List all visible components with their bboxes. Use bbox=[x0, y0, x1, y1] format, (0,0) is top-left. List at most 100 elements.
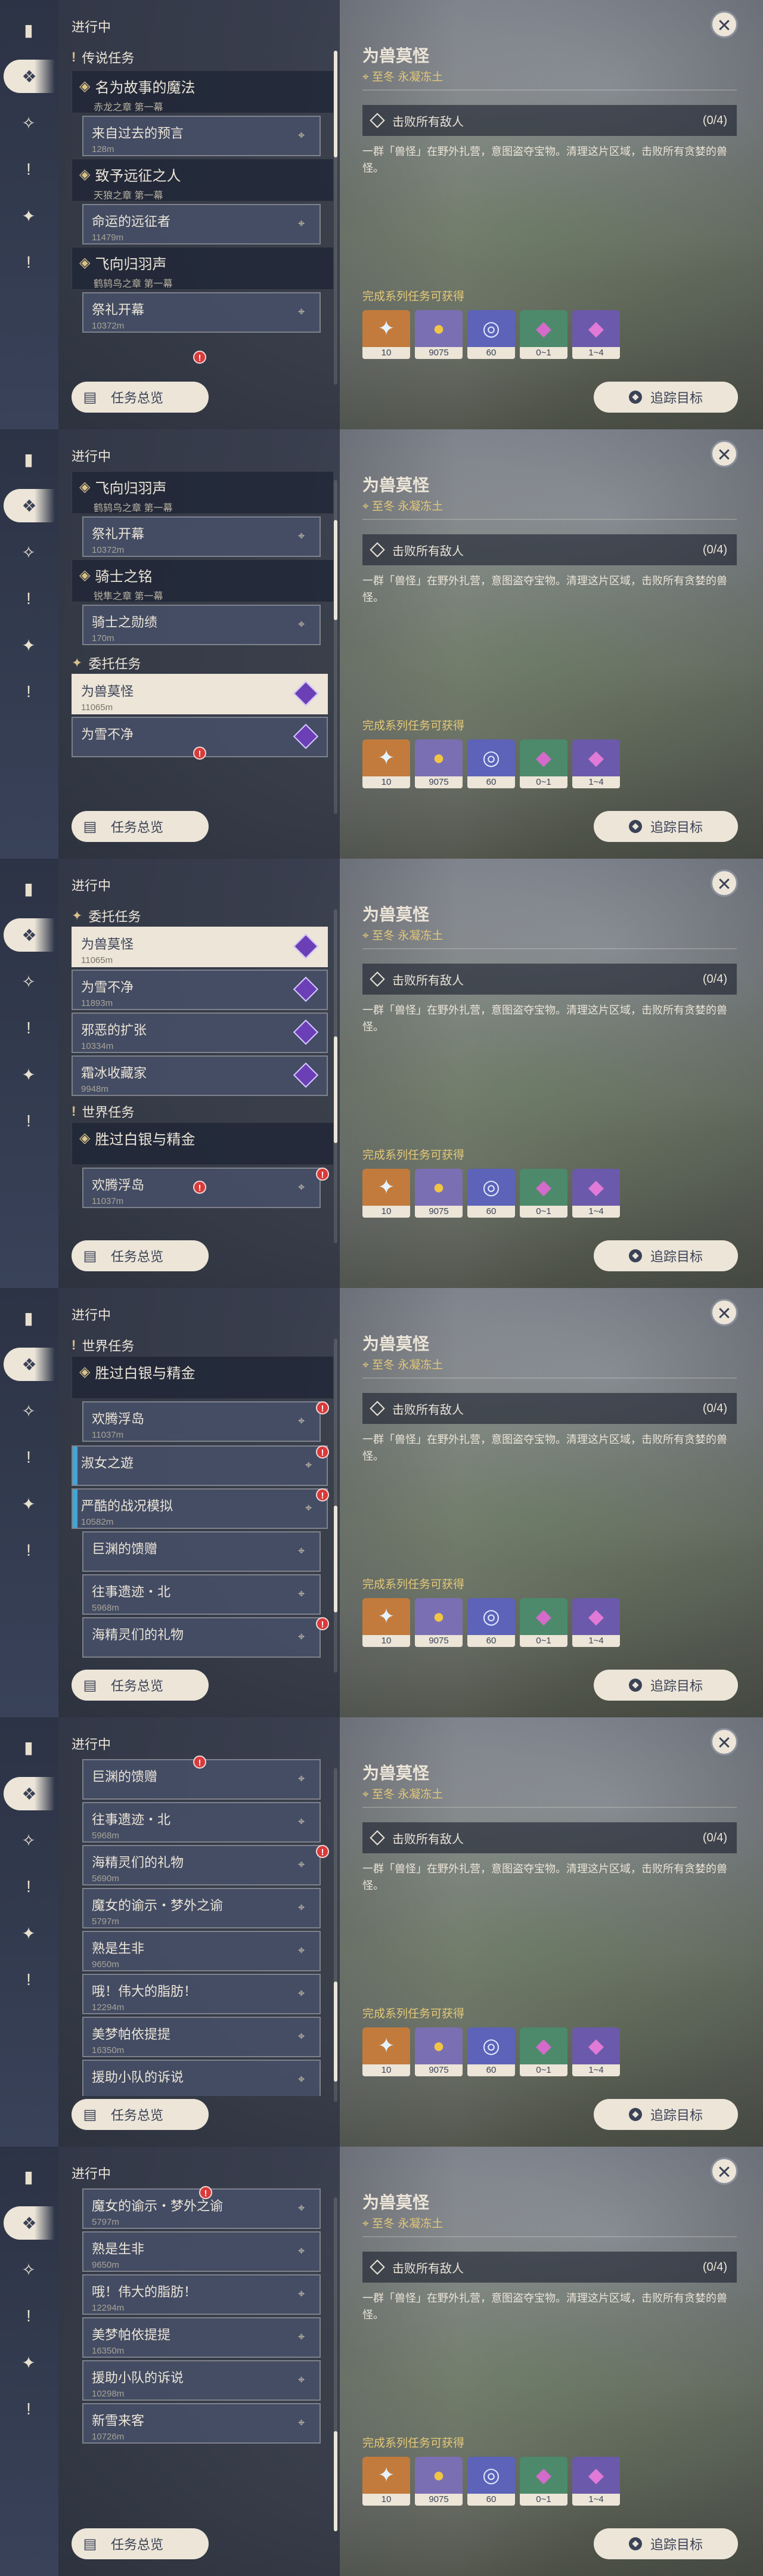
track-target-button[interactable]: 追踪目标 bbox=[594, 1240, 738, 1271]
reward-item[interactable]: ✦ 10 bbox=[362, 1598, 410, 1647]
world-quest-icon[interactable]: ! bbox=[12, 1441, 45, 1474]
archon-quest-icon[interactable]: ✧ bbox=[12, 535, 45, 569]
archon-quest-icon[interactable]: ✧ bbox=[12, 2253, 45, 2286]
reward-item[interactable]: ✦ 10 bbox=[362, 2027, 410, 2076]
location-pin-icon[interactable]: ⌖ bbox=[298, 1944, 308, 1957]
list-scrollbar-thumb[interactable] bbox=[334, 1506, 337, 1613]
reward-item[interactable]: ● 9075 bbox=[415, 1169, 463, 1218]
quest-item[interactable]: 为兽莫怪 11065m bbox=[72, 927, 328, 967]
list-scrollbar[interactable] bbox=[334, 1339, 337, 1673]
location-pin-icon[interactable]: ⌖ bbox=[298, 1544, 308, 1558]
quest-item[interactable]: 熟是生非 9650m ⌖ bbox=[82, 2231, 321, 2272]
world-quest-icon[interactable]: ! bbox=[12, 2299, 45, 2333]
quest-item[interactable]: 来自过去的预言 128m ⌖ bbox=[82, 116, 321, 156]
location-pin-icon[interactable]: ⌖ bbox=[298, 217, 308, 230]
quest-item[interactable]: 往事遗迹・北 5968m ⌖ bbox=[82, 1574, 321, 1615]
reward-item[interactable]: ● 9075 bbox=[415, 310, 463, 359]
event-quest-icon[interactable]: ! bbox=[12, 246, 45, 279]
all-quests-icon[interactable]: ❖ bbox=[4, 1348, 55, 1381]
list-scrollbar-thumb[interactable] bbox=[334, 1036, 337, 1143]
location-pin-icon[interactable]: ⌖ bbox=[298, 129, 308, 142]
track-target-button[interactable]: 追踪目标 bbox=[594, 1670, 738, 1701]
quest-item[interactable]: 巨渊的馈赠 ⌖ bbox=[82, 1531, 321, 1572]
event-quest-icon[interactable]: ! bbox=[12, 2392, 45, 2426]
reward-item[interactable]: ◆ 0~1 bbox=[520, 1169, 567, 1218]
all-quests-icon[interactable]: ❖ bbox=[4, 489, 55, 522]
track-target-button[interactable]: 追踪目标 bbox=[594, 382, 738, 413]
world-quest-icon[interactable]: ! bbox=[12, 1870, 45, 1903]
archon-quest-icon[interactable]: ✧ bbox=[12, 965, 45, 998]
reward-item[interactable]: ● 9075 bbox=[415, 739, 463, 788]
commission-icon[interactable]: ✦ bbox=[12, 1916, 45, 1950]
location-pin-icon[interactable]: ⌖ bbox=[298, 1901, 308, 1914]
close-button[interactable]: ✕ bbox=[711, 1728, 738, 1755]
event-quest-icon[interactable]: ! bbox=[12, 1963, 45, 1996]
location-pin-icon[interactable]: ⌖ bbox=[298, 2416, 308, 2429]
quest-item[interactable]: 为兽莫怪 11065m bbox=[72, 674, 328, 714]
reward-item[interactable]: ✦ 10 bbox=[362, 310, 410, 359]
location-pin-icon[interactable]: ⌖ bbox=[298, 305, 308, 318]
location-pin-icon[interactable]: ⌖ bbox=[305, 1459, 315, 1472]
close-button[interactable]: ✕ bbox=[711, 869, 738, 897]
reward-item[interactable]: ◎ 60 bbox=[467, 2457, 515, 2506]
quest-item[interactable]: 援助小队的诉说 ⌖ bbox=[82, 2060, 321, 2096]
quest-overview-button[interactable]: ▤ 任务总览 bbox=[72, 1240, 209, 1271]
quest-item[interactable]: 欢腾浮岛 11037m ⌖ bbox=[82, 1401, 321, 1442]
reward-item[interactable]: ◆ 1~4 bbox=[572, 2457, 620, 2506]
quest-item[interactable]: 命运的远征者 11479m ⌖ bbox=[82, 204, 321, 244]
location-pin-icon[interactable]: ⌖ bbox=[298, 1630, 308, 1643]
quest-book-icon[interactable]: ▮ bbox=[12, 2160, 45, 2193]
location-pin-icon[interactable]: ⌖ bbox=[298, 2244, 308, 2258]
quest-item[interactable]: 淑女之遊 ⌖ bbox=[72, 1445, 328, 1486]
quest-chain-header[interactable]: ◈ 名为故事的魔法 赤龙之章 第一幕 bbox=[72, 70, 334, 113]
all-quests-icon[interactable]: ❖ bbox=[4, 60, 55, 93]
location-pin-icon[interactable]: ⌖ bbox=[298, 618, 308, 631]
archon-quest-icon[interactable]: ✧ bbox=[12, 1823, 45, 1857]
archon-quest-icon[interactable]: ✧ bbox=[12, 1394, 45, 1428]
quest-item[interactable]: 祭礼开幕 10372m ⌖ bbox=[82, 292, 321, 333]
quest-overview-button[interactable]: ▤ 任务总览 bbox=[72, 811, 209, 842]
location-pin-icon[interactable]: ⌖ bbox=[298, 2373, 308, 2386]
quest-overview-button[interactable]: ▤ 任务总览 bbox=[72, 2099, 209, 2130]
quest-chain-header[interactable]: ◈ 骑士之铭 锐隼之章 第一幕 bbox=[72, 559, 334, 602]
quest-item[interactable]: 新雪来客 10726m ⌖ bbox=[82, 2403, 321, 2444]
quest-item[interactable]: 祭礼开幕 10372m ⌖ bbox=[82, 516, 321, 557]
quest-item[interactable]: 哦！伟大的脂肪！ 12294m ⌖ bbox=[82, 2274, 321, 2315]
location-pin-icon[interactable]: ⌖ bbox=[298, 2030, 308, 2043]
list-scrollbar-thumb[interactable] bbox=[334, 520, 337, 621]
reward-item[interactable]: ✦ 10 bbox=[362, 1169, 410, 1218]
quest-overview-button[interactable]: ▤ 任务总览 bbox=[72, 2528, 209, 2559]
location-pin-icon[interactable]: ⌖ bbox=[298, 530, 308, 543]
location-pin-icon[interactable]: ⌖ bbox=[298, 1414, 308, 1428]
location-pin-icon[interactable]: ⌖ bbox=[298, 2073, 308, 2086]
quest-item[interactable]: 邪恶的扩张 10334m bbox=[72, 1013, 328, 1053]
quest-book-icon[interactable]: ▮ bbox=[12, 1730, 45, 1764]
quest-item[interactable]: 哦！伟大的脂肪！ 12294m ⌖ bbox=[82, 1974, 321, 2014]
quest-book-icon[interactable]: ▮ bbox=[12, 13, 45, 47]
quest-item[interactable]: 熟是生非 9650m ⌖ bbox=[82, 1931, 321, 1971]
reward-item[interactable]: ◎ 60 bbox=[467, 1169, 515, 1218]
event-quest-icon[interactable]: ! bbox=[12, 1104, 45, 1138]
close-button[interactable]: ✕ bbox=[711, 440, 738, 467]
reward-item[interactable]: ● 9075 bbox=[415, 2457, 463, 2506]
quest-chain-header[interactable]: ◈ 胜过白银与精金 bbox=[72, 1356, 334, 1399]
location-pin-icon[interactable]: ⌖ bbox=[298, 2330, 308, 2343]
quest-item[interactable]: 霜冰收藏家 9948m bbox=[72, 1055, 328, 1096]
quest-item[interactable]: 严酷的战况模拟 10582m ⌖ bbox=[72, 1488, 328, 1529]
all-quests-icon[interactable]: ❖ bbox=[4, 1777, 55, 1810]
location-pin-icon[interactable]: ⌖ bbox=[305, 1501, 315, 1515]
quest-item[interactable]: 为雪不净 11893m bbox=[72, 970, 328, 1010]
reward-item[interactable]: ◆ 1~4 bbox=[572, 739, 620, 788]
list-scrollbar[interactable] bbox=[334, 480, 337, 814]
commission-icon[interactable]: ✦ bbox=[12, 1487, 45, 1521]
quest-item[interactable]: 往事遗迹・北 5968m ⌖ bbox=[82, 1802, 321, 1843]
list-scrollbar[interactable] bbox=[334, 51, 337, 385]
list-scrollbar[interactable] bbox=[334, 2197, 337, 2531]
reward-item[interactable]: ✦ 10 bbox=[362, 2457, 410, 2506]
track-target-button[interactable]: 追踪目标 bbox=[594, 811, 738, 842]
location-pin-icon[interactable]: ⌖ bbox=[298, 2202, 308, 2215]
track-target-button[interactable]: 追踪目标 bbox=[594, 2528, 738, 2559]
reward-item[interactable]: ◆ 1~4 bbox=[572, 1169, 620, 1218]
reward-item[interactable]: ◎ 60 bbox=[467, 310, 515, 359]
world-quest-icon[interactable]: ! bbox=[12, 153, 45, 186]
